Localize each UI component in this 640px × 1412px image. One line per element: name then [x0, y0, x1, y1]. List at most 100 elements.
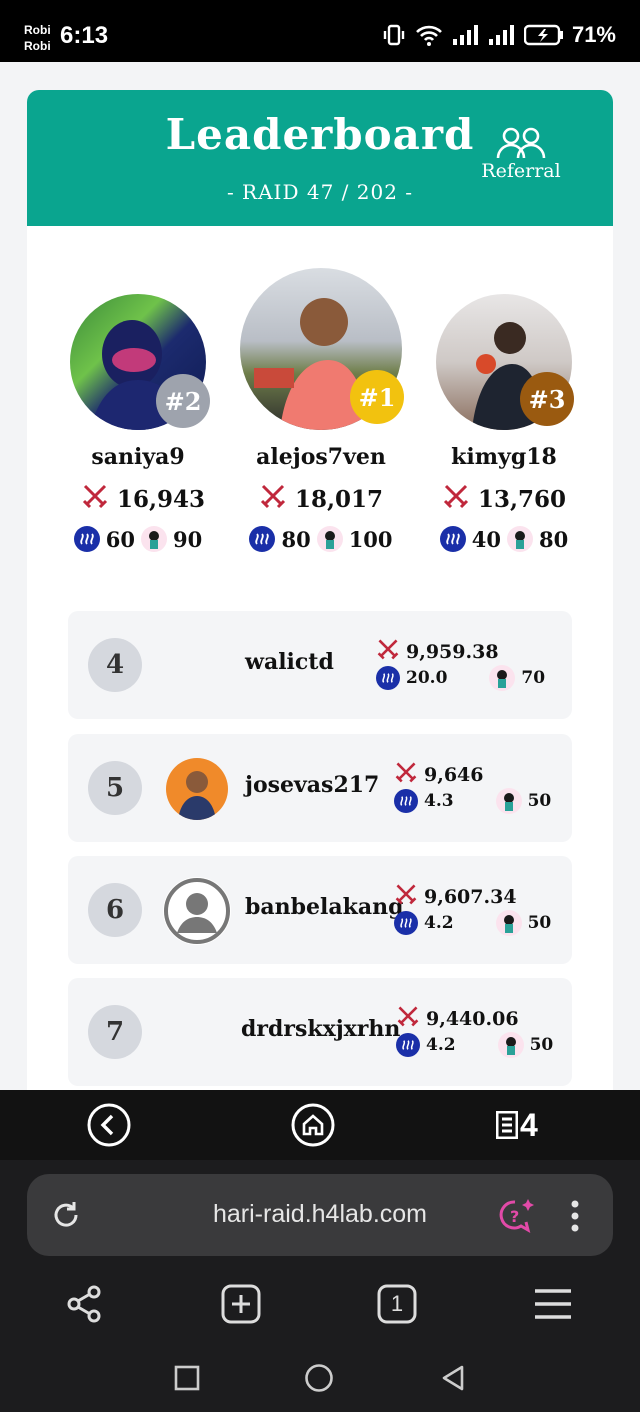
- coin-value: 60: [105, 526, 135, 552]
- h4-logo-icon: 4: [496, 1102, 556, 1148]
- signal-icon-1: [452, 24, 480, 46]
- username: walictd: [245, 649, 334, 675]
- char-value: 80: [539, 526, 569, 552]
- rank-number: 6: [88, 883, 142, 937]
- steem-coin-icon: [394, 789, 418, 813]
- leaderboard-card: Leaderboard - RAID 47 / 202 - Referral #…: [27, 90, 613, 1090]
- user-placeholder-icon: [163, 877, 231, 945]
- menu-button[interactable]: [532, 1286, 574, 1326]
- site-logo-button[interactable]: 4: [496, 1102, 556, 1148]
- carrier-2: Robi: [24, 39, 51, 53]
- rank-badge-label: #2: [164, 386, 202, 416]
- score-value: 16,943: [116, 485, 206, 513]
- char-value: 50: [529, 1035, 554, 1055]
- swords-icon: [81, 482, 109, 516]
- score: 9,440.06: [396, 1004, 519, 1033]
- coin-value: 4.2: [424, 913, 454, 933]
- char-value: 50: [527, 913, 552, 933]
- list-item[interactable]: 5 josevas217 9,646 4.3 50: [68, 734, 572, 842]
- battery-percent: 71%: [571, 22, 616, 47]
- username: drdrskxjxrhn: [241, 1016, 401, 1042]
- stats: 4.2 50: [394, 910, 551, 936]
- browser-nav-bar: 4: [0, 1090, 640, 1160]
- clock: 6:13: [60, 22, 109, 49]
- score: 9,646: [394, 760, 484, 789]
- podium-stats: 60 90: [63, 526, 213, 552]
- podium-stats: 40 80: [429, 526, 579, 552]
- podium-score: 13,760: [429, 482, 579, 516]
- score-value: 9,607.34: [424, 885, 517, 908]
- share-button[interactable]: [64, 1284, 104, 1328]
- home-button[interactable]: [290, 1102, 336, 1148]
- char-value: 50: [527, 791, 552, 811]
- users-icon: [473, 126, 569, 160]
- character-icon: [316, 526, 343, 552]
- swords-icon: [396, 1004, 420, 1033]
- recents-button[interactable]: [174, 1365, 200, 1395]
- list-item[interactable]: 7 drdrskxjxrhn 9,440.06 4.2 50: [68, 978, 572, 1086]
- podium-third[interactable]: #3: [429, 294, 579, 430]
- ai-assistant-icon[interactable]: ?: [497, 1196, 537, 1240]
- score-value: 9,646: [424, 763, 484, 786]
- score: 9,607.34: [394, 882, 517, 911]
- podium-score: 16,943: [63, 482, 223, 516]
- score: 9,959.38: [376, 637, 499, 666]
- podium-second[interactable]: #2: [63, 294, 213, 430]
- char-value: 70: [521, 668, 546, 688]
- podium-stats: 80 100: [239, 526, 403, 552]
- back-icon: [86, 1103, 132, 1152]
- podium-first[interactable]: #1: [239, 268, 404, 430]
- raid-subtitle: - RAID 47 / 202 -: [226, 180, 414, 204]
- stats: 4.3 50: [394, 788, 551, 814]
- coin-value: 4.2: [426, 1035, 456, 1055]
- swords-icon: [442, 482, 470, 516]
- podium-name: saniya9: [91, 444, 185, 470]
- tabs-button[interactable]: 1: [376, 1284, 418, 1324]
- podium-name: alejos7ven: [256, 444, 386, 470]
- new-tab-button[interactable]: [220, 1284, 262, 1328]
- character-icon: [507, 526, 533, 552]
- rank-number: 4: [88, 638, 142, 692]
- char-value: 90: [173, 526, 203, 552]
- back-button[interactable]: [86, 1102, 132, 1148]
- address-bar[interactable]: hari-raid.h4lab.com ?: [27, 1174, 613, 1256]
- character-icon: [489, 665, 516, 691]
- system-back-button[interactable]: [440, 1364, 466, 1396]
- coin-value: 20.0: [406, 668, 448, 688]
- coin-value: 80: [281, 526, 311, 552]
- character-icon: [497, 1032, 524, 1058]
- swords-icon: [394, 882, 418, 911]
- char-value: 100: [348, 526, 393, 552]
- leaderboard-header: Leaderboard - RAID 47 / 202 - Referral: [27, 90, 613, 226]
- rank-badge: #2: [156, 374, 210, 428]
- more-options-icon[interactable]: [567, 1196, 583, 1240]
- coin-value: 40: [471, 526, 501, 552]
- referral-label: Referral: [481, 160, 561, 182]
- score-value: 18,017: [294, 485, 384, 513]
- status-bar: Robi Robi 6:13 71%: [0, 0, 640, 62]
- podium-name: kimyg18: [451, 444, 557, 470]
- list-item[interactable]: 6 banbelakang 9,607.34 4.2 50: [68, 856, 572, 964]
- avatar: [166, 758, 228, 820]
- steem-coin-icon: [73, 526, 100, 552]
- character-icon: [495, 910, 522, 936]
- rank-badge: #1: [350, 370, 404, 424]
- plus-square-icon: [220, 1284, 262, 1328]
- carrier-labels: Robi Robi: [24, 22, 51, 54]
- list-item[interactable]: 4 walictd 9,959.38 20.0 70: [68, 611, 572, 719]
- triangle-back-icon: [440, 1365, 466, 1396]
- rank-badge: #3: [520, 372, 574, 426]
- wifi-icon: [414, 23, 444, 47]
- score-value: 9,959.38: [406, 640, 499, 663]
- swords-icon: [259, 482, 287, 516]
- username: josevas217: [245, 772, 380, 798]
- square-icon: [174, 1365, 200, 1395]
- referral-button[interactable]: Referral: [473, 126, 569, 182]
- avatar: #2: [70, 294, 210, 430]
- circle-icon: [304, 1364, 334, 1397]
- rank-number: 5: [88, 761, 142, 815]
- rank-number: 7: [88, 1005, 142, 1059]
- tab-count: 1: [390, 1291, 404, 1316]
- coin-value: 4.3: [424, 791, 454, 811]
- system-home-button[interactable]: [304, 1363, 334, 1397]
